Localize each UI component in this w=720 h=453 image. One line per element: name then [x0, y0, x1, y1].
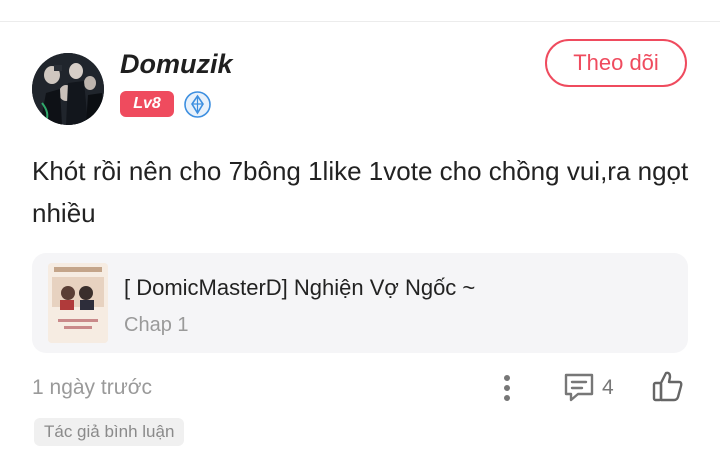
follow-button[interactable]: Theo dõi [545, 39, 687, 87]
avatar[interactable] [32, 53, 104, 125]
chapter-story-title: [ DomicMasterD] Nghiện Vợ Ngốc ~ [124, 275, 476, 300]
level-badge: Lv8 [120, 91, 174, 117]
reply-icon[interactable] [562, 370, 596, 404]
author-comment-tag: Tác giả bình luận [34, 418, 185, 446]
comment-text: Khót rồi nên cho 7bông 1like 1vote cho c… [32, 156, 689, 228]
chapter-number: Chap 1 [124, 314, 189, 336]
more-options-icon[interactable] [497, 372, 517, 404]
top-divider [0, 21, 720, 22]
like-thumbs-up-icon[interactable] [650, 368, 686, 404]
cover-thumbnail-icon [48, 263, 108, 343]
reply-count: 4 [602, 376, 614, 399]
avatar-image [32, 53, 104, 125]
username[interactable]: Domuzik [120, 49, 233, 80]
diamond-rank-icon [184, 91, 211, 118]
comment-timestamp: 1 ngày trước [32, 376, 153, 399]
chapter-card[interactable]: [ DomicMasterD] Nghiện Vợ Ngốc ~ Chap 1 [32, 253, 688, 353]
